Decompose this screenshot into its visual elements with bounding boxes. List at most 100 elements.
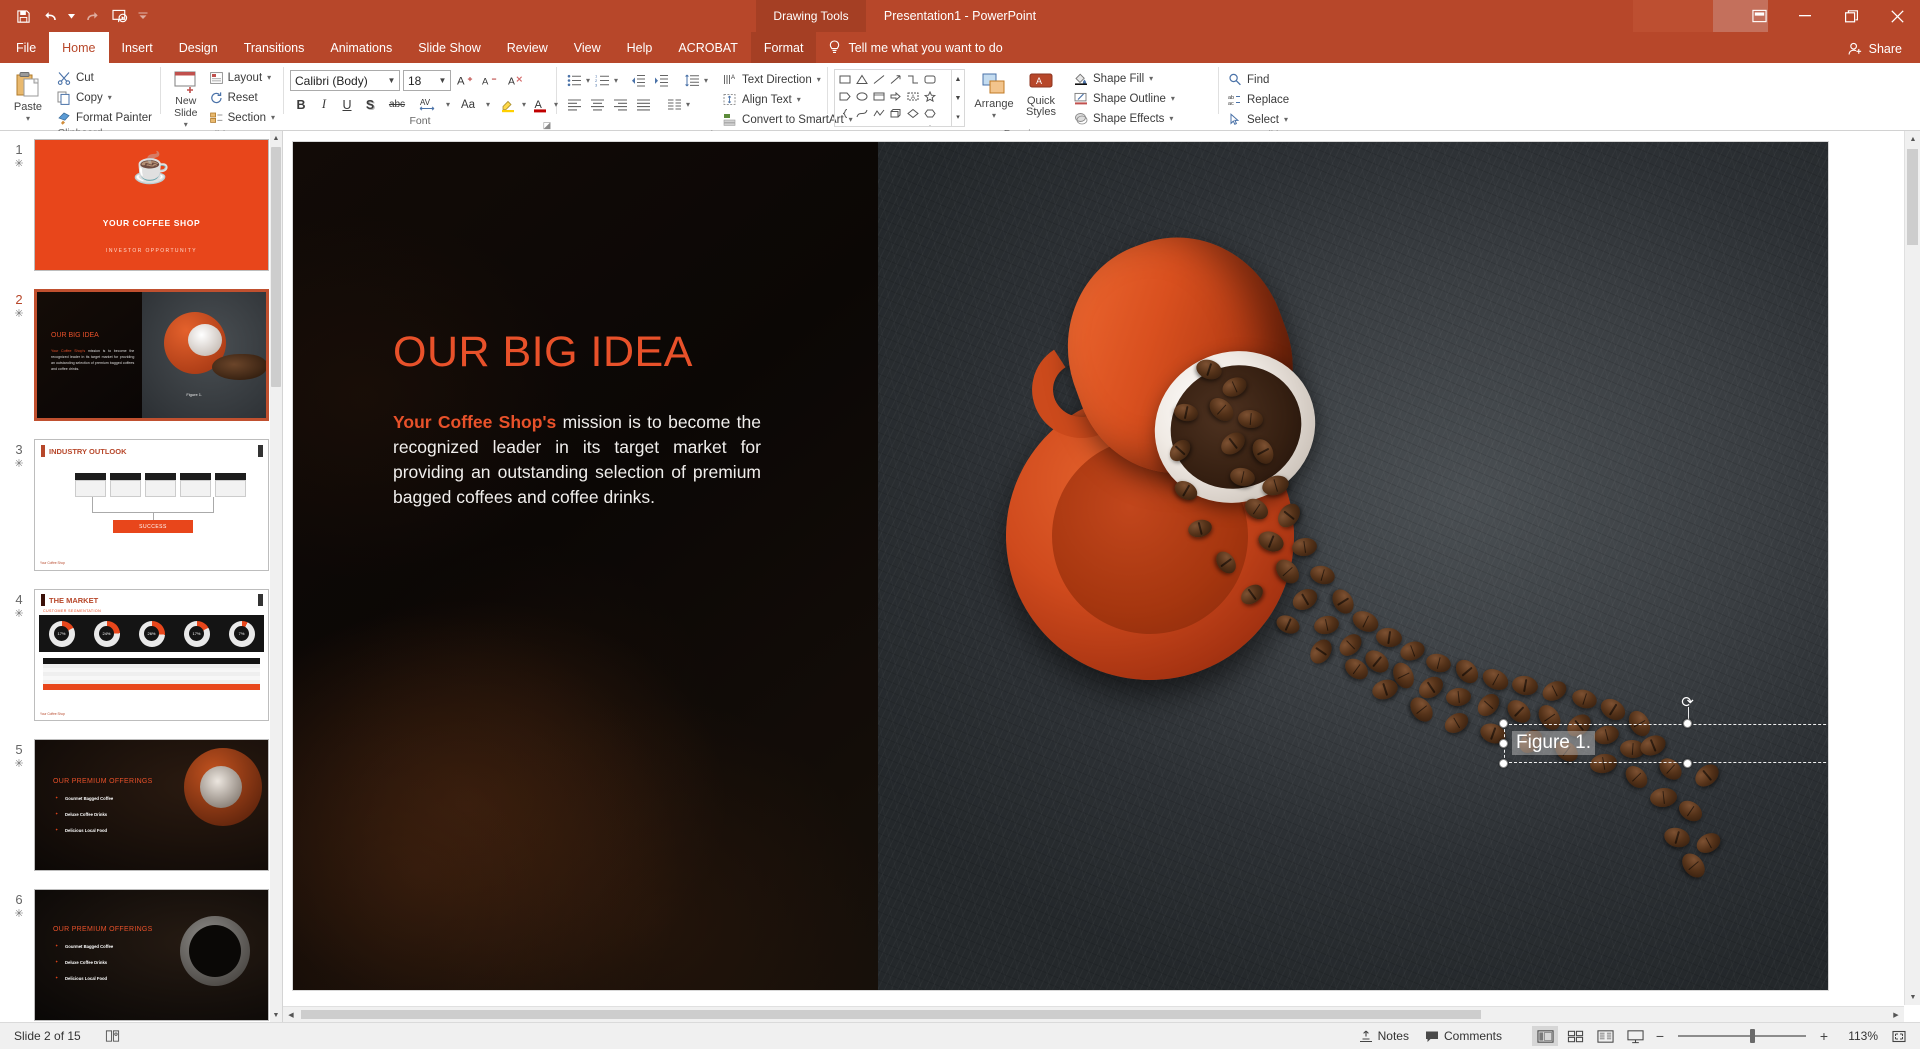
align-left-button[interactable] — [563, 94, 585, 115]
select-dropdown-icon[interactable]: ▾ — [1284, 115, 1288, 124]
decrease-font-size-button[interactable]: A — [479, 70, 501, 91]
slide-thumbnail-frame-1[interactable]: ☕ YOUR COFFEE SHOP INVESTOR OPPORTUNITY — [34, 139, 269, 271]
shape-banner-icon[interactable] — [887, 122, 904, 126]
font-name-dropdown-icon[interactable]: ▼ — [384, 76, 399, 85]
text-highlight-color-button[interactable] — [497, 94, 519, 115]
copy-button[interactable]: Copy ▾ — [54, 88, 155, 107]
arrange-dropdown-icon[interactable]: ▾ — [992, 111, 996, 120]
tab-view[interactable]: View — [561, 32, 614, 63]
stage-scroll-right-icon[interactable]: ▶ — [1888, 1007, 1904, 1022]
shape-diamond-icon[interactable] — [904, 105, 921, 122]
shape-star-icon[interactable] — [921, 88, 938, 105]
zoom-out-button[interactable]: − — [1652, 1029, 1668, 1043]
shape-effects-dropdown-icon[interactable]: ▾ — [1169, 114, 1173, 123]
slide-body-text[interactable]: Your Coffee Shop's mission is to become … — [393, 410, 761, 510]
character-spacing-dropdown-icon[interactable]: ▾ — [444, 100, 452, 109]
stage-hscroll-thumb[interactable] — [301, 1010, 1481, 1019]
shapes-gallery[interactable]: A — [834, 69, 952, 127]
shape-chevron-icon[interactable] — [870, 122, 887, 126]
columns-dropdown-icon[interactable]: ▾ — [686, 100, 690, 109]
slide-thumbnail-4[interactable]: 4 ✳ THE MARKET CUSTOMER SEGMENTATION 17% … — [0, 589, 270, 721]
tab-file[interactable]: File — [3, 32, 49, 63]
tab-home[interactable]: Home — [49, 32, 109, 63]
shape-left-brace-icon[interactable] — [836, 105, 853, 122]
resize-handle-top-left[interactable] — [1499, 719, 1508, 728]
justify-button[interactable] — [632, 94, 654, 115]
slide-thumbnail-frame-5[interactable]: OUR PREMIUM OFFERINGS Gourmet Bagged Cof… — [34, 739, 269, 871]
align-right-button[interactable] — [609, 94, 631, 115]
slideshow-view-button[interactable] — [1622, 1026, 1648, 1046]
shape-rectangle-icon[interactable] — [836, 71, 853, 88]
slide-thumbnail-frame-4[interactable]: THE MARKET CUSTOMER SEGMENTATION 17% 24%… — [34, 589, 269, 721]
stage-scroll-down-icon[interactable]: ▼ — [1905, 989, 1920, 1005]
slide-thumbnail-5[interactable]: 5 ✳ OUR PREMIUM OFFERINGS Gourmet Bagged … — [0, 739, 270, 871]
font-color-button[interactable]: A — [529, 94, 551, 115]
stage-vertical-scrollbar[interactable]: ▲ ▼ — [1904, 131, 1920, 1005]
customize-qat-icon[interactable] — [135, 4, 151, 28]
align-center-button[interactable] — [586, 94, 608, 115]
select-button[interactable]: Select ▾ — [1225, 110, 1292, 129]
zoom-slider[interactable] — [1678, 1028, 1806, 1044]
font-size-dropdown-icon[interactable]: ▼ — [435, 76, 450, 85]
resize-handle-middle-left[interactable] — [1499, 738, 1508, 748]
change-case-button[interactable]: Aa — [453, 94, 483, 115]
close-icon[interactable] — [1874, 0, 1920, 32]
slide-thumbnail-frame-3[interactable]: INDUSTRY OUTLOOK SUCCESS Your Coffee Sho… — [34, 439, 269, 571]
accessibility-checker-icon[interactable] — [99, 1027, 126, 1045]
shape-triangle-icon[interactable] — [853, 71, 870, 88]
zoom-knob[interactable] — [1750, 1029, 1755, 1043]
shape-curve-icon[interactable] — [853, 105, 870, 122]
change-case-dropdown-icon[interactable]: ▾ — [484, 100, 492, 109]
shape-elbow-connector-icon[interactable] — [904, 71, 921, 88]
bold-button[interactable]: B — [290, 94, 312, 115]
slide-thumbnail-6[interactable]: 6 ✳ OUR PREMIUM OFFERINGS Gourmet Bagged … — [0, 889, 270, 1021]
slide-thumbnail-1[interactable]: 1 ✳ ☕ YOUR COFFEE SHOP INVESTOR OPPORTUNI… — [0, 139, 270, 271]
thumbnails-scrollbar[interactable]: ▲ ▼ — [270, 131, 282, 1022]
shape-effects-button[interactable]: Shape Effects ▾ — [1071, 109, 1178, 128]
increase-font-size-button[interactable]: A — [454, 70, 476, 91]
slide-thumbnail-frame-6[interactable]: OUR PREMIUM OFFERINGS Gourmet Bagged Cof… — [34, 889, 269, 1021]
columns-button[interactable] — [663, 94, 685, 115]
resize-handle-bottom-left[interactable] — [1499, 759, 1508, 768]
tab-help[interactable]: Help — [614, 32, 666, 63]
underline-button[interactable]: U — [336, 94, 358, 115]
tab-design[interactable]: Design — [166, 32, 231, 63]
quick-styles-button[interactable]: A Quick Styles — [1017, 69, 1065, 118]
shape-text-box-icon[interactable]: A — [904, 88, 921, 105]
figure-caption-textbox[interactable]: ⟳ Figure 1. — [1499, 694, 1828, 768]
stage-scroll-up-icon[interactable]: ▲ — [1905, 131, 1920, 147]
shape-outline-dropdown-icon[interactable]: ▾ — [1171, 94, 1175, 103]
ribbon-display-options-icon[interactable] — [1736, 0, 1782, 32]
tab-format[interactable]: Format — [750, 32, 817, 63]
normal-view-button[interactable] — [1532, 1026, 1558, 1046]
thumbnails-scroll-thumb[interactable] — [271, 147, 281, 387]
stage-horizontal-scrollbar[interactable]: ◀ ▶ — [283, 1006, 1904, 1022]
stage-vscroll-thumb[interactable] — [1907, 149, 1918, 245]
shape-plaque-icon[interactable] — [904, 122, 921, 126]
shape-rect2-icon[interactable] — [870, 88, 887, 105]
tab-acrobat[interactable]: ACROBAT — [665, 32, 751, 63]
layout-dropdown-icon[interactable]: ▾ — [267, 73, 271, 82]
cut-button[interactable]: Cut — [54, 68, 155, 87]
notes-button[interactable]: Notes — [1353, 1027, 1415, 1045]
slide-indicator[interactable]: Slide 2 of 15 — [8, 1027, 87, 1045]
redo-icon[interactable] — [79, 4, 105, 28]
shape-fill-dropdown-icon[interactable]: ▾ — [1149, 74, 1153, 83]
shape-oval-icon[interactable] — [853, 88, 870, 105]
shape-hexagon-icon[interactable] — [921, 105, 938, 122]
numbering-button[interactable]: 123 — [591, 70, 613, 91]
reading-view-button[interactable] — [1592, 1026, 1618, 1046]
character-spacing-button[interactable]: AV — [413, 94, 443, 115]
italic-button[interactable]: I — [313, 94, 335, 115]
current-slide[interactable]: OUR BIG IDEA Your Coffee Shop's mission … — [293, 142, 1828, 990]
line-spacing-dropdown-icon[interactable]: ▾ — [704, 76, 708, 85]
shapes-scroll-up-icon[interactable]: ▲ — [952, 70, 964, 89]
shape-pentagon-icon[interactable] — [836, 88, 853, 105]
tab-review[interactable]: Review — [494, 32, 561, 63]
zoom-level-label[interactable]: 113% — [1836, 1029, 1878, 1043]
undo-dropdown-icon[interactable] — [66, 4, 77, 28]
text-direction-dropdown-icon[interactable]: ▾ — [817, 75, 821, 84]
align-text-dropdown-icon[interactable]: ▾ — [797, 95, 801, 104]
figure-caption-text[interactable]: Figure 1. — [1512, 731, 1595, 755]
new-slide-button[interactable]: New Slide ▾ — [167, 68, 205, 129]
